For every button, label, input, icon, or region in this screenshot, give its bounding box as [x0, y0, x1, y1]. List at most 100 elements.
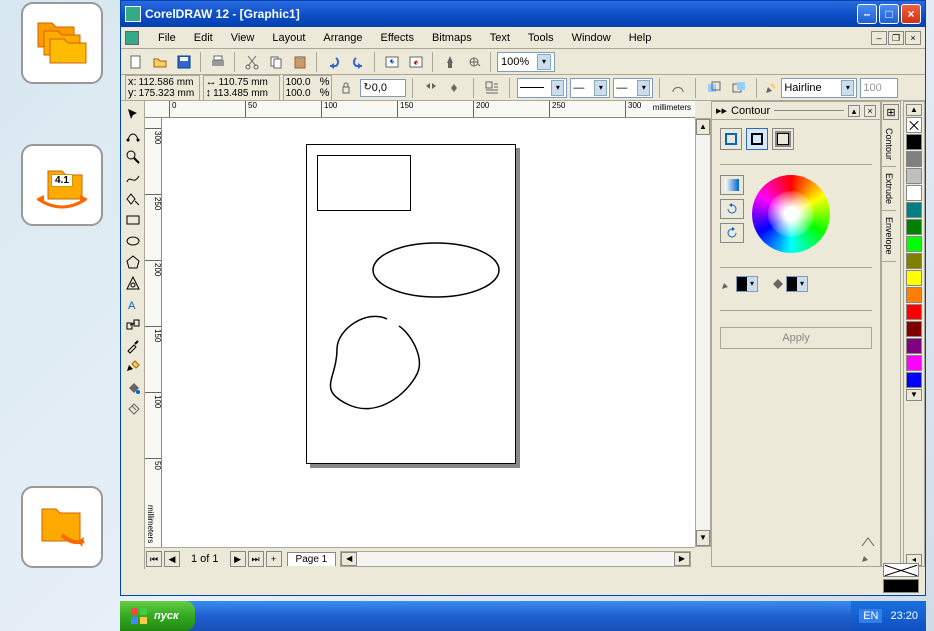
- no-color-swatch[interactable]: [906, 117, 922, 133]
- behind-fill-button[interactable]: [703, 77, 725, 99]
- menu-effects[interactable]: Effects: [372, 30, 423, 46]
- mdi-doc-icon[interactable]: [125, 31, 139, 45]
- linear-color-button[interactable]: [720, 175, 744, 195]
- menu-bitmaps[interactable]: Bitmaps: [423, 30, 481, 46]
- contour-center-button[interactable]: [720, 128, 742, 150]
- import-button[interactable]: [381, 51, 403, 73]
- swatch-5[interactable]: [906, 219, 922, 235]
- menu-help[interactable]: Help: [620, 30, 661, 46]
- docker-collapse-button[interactable]: ▴: [848, 105, 860, 117]
- menu-edit[interactable]: Edit: [185, 30, 222, 46]
- minimize-button[interactable]: –: [857, 4, 877, 24]
- swatch-9[interactable]: [906, 287, 922, 303]
- mirror-v-button[interactable]: [445, 77, 467, 99]
- hscroll-right[interactable]: ▶: [674, 552, 690, 566]
- copy-button[interactable]: [265, 51, 287, 73]
- startcap-combo[interactable]: —▾: [570, 78, 610, 98]
- freehand-shape[interactable]: [317, 309, 447, 419]
- swatch-8[interactable]: [906, 270, 922, 286]
- cut-button[interactable]: [241, 51, 263, 73]
- language-indicator[interactable]: EN: [859, 609, 882, 623]
- fill-tool[interactable]: [122, 378, 144, 398]
- docker-expand-button[interactable]: ⊞: [883, 104, 899, 120]
- vertical-scrollbar[interactable]: ▲ ▼: [695, 118, 711, 547]
- add-page-button[interactable]: +: [266, 551, 282, 567]
- swatch-3[interactable]: [906, 185, 922, 201]
- palette-down-button[interactable]: ▼: [906, 389, 922, 401]
- undo-button[interactable]: [323, 51, 345, 73]
- swatch-11[interactable]: [906, 321, 922, 337]
- outline-tool[interactable]: [122, 357, 144, 377]
- ellipse-shape[interactable]: [371, 241, 501, 299]
- mdi-close-button[interactable]: ×: [905, 31, 921, 45]
- docker-tab-envelope[interactable]: Envelope: [882, 211, 896, 262]
- ruler-vertical[interactable]: 300 250 200 150 100 50 millimeters: [145, 118, 162, 547]
- current-fill-indicator[interactable]: [883, 579, 919, 593]
- docker-tab-contour[interactable]: Contour: [882, 122, 896, 167]
- menu-view[interactable]: View: [222, 30, 264, 46]
- rectangle-tool[interactable]: [122, 210, 144, 230]
- shape-tool[interactable]: [122, 126, 144, 146]
- prev-page-button[interactable]: ◀: [164, 551, 180, 567]
- wrap-button[interactable]: [481, 77, 503, 99]
- palette-up-button[interactable]: ▲: [906, 104, 922, 116]
- outline-indicator[interactable]: [859, 535, 877, 549]
- menu-file[interactable]: File: [149, 30, 185, 46]
- horizontal-scrollbar[interactable]: ◀▶: [340, 551, 691, 567]
- swatch-2[interactable]: [906, 168, 922, 184]
- mdi-minimize-button[interactable]: –: [871, 31, 887, 45]
- autoclose-button[interactable]: [667, 77, 689, 99]
- launcher-button[interactable]: [439, 51, 461, 73]
- fill-indicator[interactable]: [859, 551, 877, 565]
- swatch-10[interactable]: [906, 304, 922, 320]
- zoom-dropdown[interactable]: ▾: [537, 54, 551, 70]
- swatch-4[interactable]: [906, 202, 922, 218]
- no-fill-indicator[interactable]: [883, 563, 919, 577]
- hscroll-left[interactable]: ◀: [341, 552, 357, 566]
- mirror-h-button[interactable]: [420, 77, 442, 99]
- contour-outside-button[interactable]: [772, 128, 794, 150]
- width-input[interactable]: [219, 77, 277, 88]
- ruler-horizontal[interactable]: 0 50 100 150 200 250 300 millimeters: [145, 101, 695, 118]
- outline-width-combo[interactable]: Hairline▾: [781, 78, 857, 98]
- page-tab-1[interactable]: Page 1: [287, 552, 337, 566]
- redo-button[interactable]: [347, 51, 369, 73]
- ellipse-tool[interactable]: [122, 231, 144, 251]
- menu-text[interactable]: Text: [481, 30, 519, 46]
- close-button[interactable]: ×: [901, 4, 921, 24]
- scale-with-button[interactable]: [728, 77, 750, 99]
- docker-tab-extrude[interactable]: Extrude: [882, 167, 896, 211]
- x-input[interactable]: [139, 77, 197, 88]
- save-button[interactable]: [173, 51, 195, 73]
- color-wheel[interactable]: [752, 175, 830, 253]
- scale-x-input[interactable]: [286, 77, 318, 88]
- text-tool[interactable]: A: [122, 294, 144, 314]
- eyedropper-tool[interactable]: [122, 336, 144, 356]
- fill-color-swatch[interactable]: ▾: [786, 276, 808, 292]
- smart-draw-tool[interactable]: [122, 189, 144, 209]
- swatch-13[interactable]: [906, 355, 922, 371]
- zoom-combo[interactable]: 100%▾: [497, 52, 555, 72]
- swatch-12[interactable]: [906, 338, 922, 354]
- y-input[interactable]: [139, 88, 197, 99]
- swatch-14[interactable]: [906, 372, 922, 388]
- interactive-fill-tool[interactable]: [122, 399, 144, 419]
- zoom-tool[interactable]: [122, 147, 144, 167]
- freehand-tool[interactable]: [122, 168, 144, 188]
- opacity-combo[interactable]: 100: [860, 78, 898, 98]
- page-1[interactable]: [306, 144, 516, 464]
- vscroll-down[interactable]: ▼: [696, 530, 710, 546]
- scale-y-input[interactable]: [286, 88, 318, 99]
- swatch-7[interactable]: [906, 253, 922, 269]
- paste-button[interactable]: [289, 51, 311, 73]
- start-button[interactable]: пуск: [120, 601, 195, 631]
- blend-tool[interactable]: [122, 315, 144, 335]
- rotation-input[interactable]: ↻ 0,0: [360, 79, 406, 97]
- cw-color-button[interactable]: [720, 199, 744, 219]
- export-button[interactable]: [405, 51, 427, 73]
- lock-ratio-button[interactable]: [335, 77, 357, 99]
- outline-color-swatch[interactable]: ▾: [736, 276, 758, 292]
- rectangle-shape[interactable]: [317, 155, 411, 211]
- apply-button[interactable]: Apply: [720, 327, 872, 349]
- basic-shapes-tool[interactable]: [122, 273, 144, 293]
